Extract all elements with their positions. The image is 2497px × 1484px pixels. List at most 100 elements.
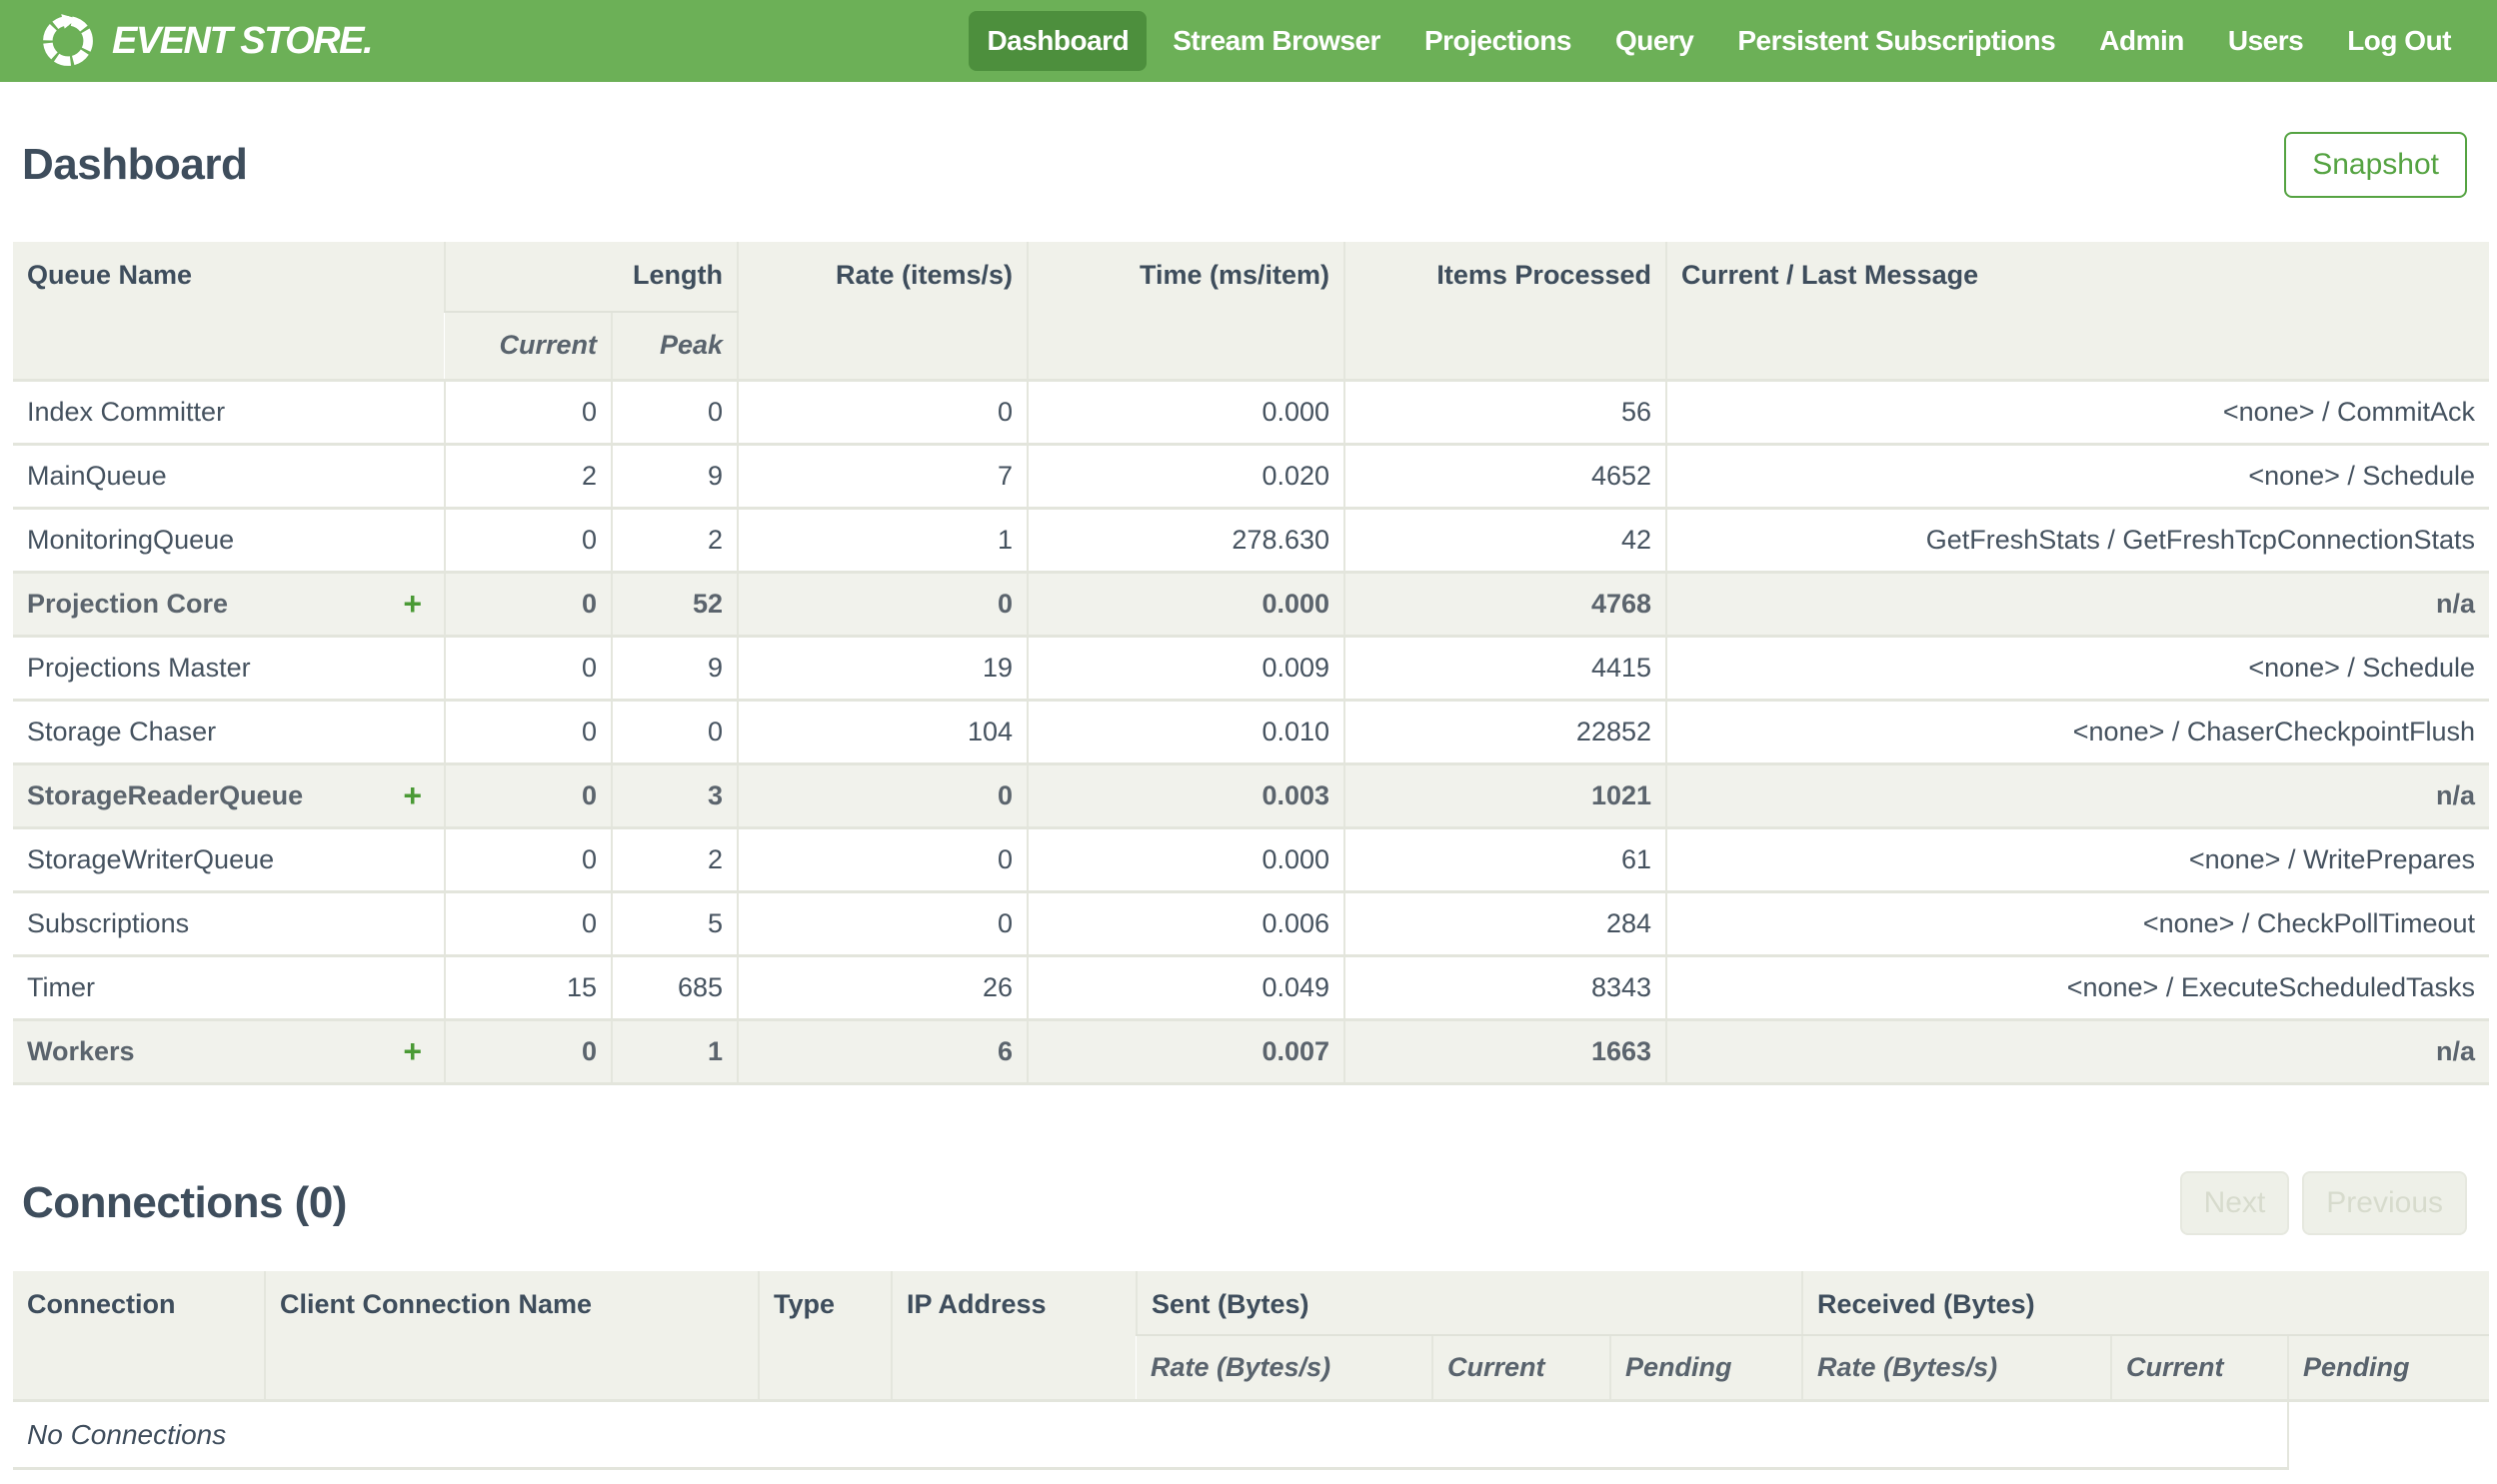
queue-processed-cell: 4415 [1343, 636, 1667, 700]
queue-peak-cell: 3 [610, 763, 739, 827]
connections-title: Connections (0) [22, 1177, 347, 1227]
queue-processed-cell: 42 [1343, 508, 1667, 572]
queue-current-cell: 0 [444, 891, 612, 955]
queues-table: Queue Name Length Rate (items/s) Time (m… [13, 242, 2490, 1085]
queue-processed-cell: 4768 [1343, 572, 1667, 636]
queue-current-cell: 15 [444, 955, 612, 1019]
expand-plus-icon[interactable]: + [403, 586, 430, 623]
queue-name: Projection Core [27, 588, 229, 619]
nav-menu: Dashboard Stream Browser Projections Query P… [969, 11, 2469, 71]
queue-message-cell: <none> / CommitAck [1665, 380, 2490, 444]
brand: EVENT STORE. [40, 13, 374, 69]
queue-current-cell: 0 [444, 700, 612, 763]
queue-processed-cell: 1663 [1343, 1019, 1667, 1083]
queue-rate-cell: 0 [737, 380, 1029, 444]
col-client-name: Client Connection Name [264, 1270, 759, 1401]
col-received-rate: Rate (Bytes/s) [1801, 1334, 2112, 1401]
queue-row: MonitoringQueue 0 2 1 278.630 42 GetFreshStats… [13, 508, 2490, 572]
col-sent-current: Current [1431, 1334, 1610, 1401]
queue-row: Projections Master 0 9 19 0.009 4415 <none> / … [13, 636, 2490, 700]
queue-message-cell: <none> / WritePrepares [1665, 827, 2490, 891]
queue-name: Index Committer [27, 396, 226, 427]
queue-peak-cell: 0 [610, 380, 739, 444]
nav-item-query[interactable]: Query [1597, 11, 1711, 71]
queue-time-cell: 0.003 [1027, 763, 1345, 827]
queue-peak-cell: 2 [610, 827, 739, 891]
queue-name-cell: Projections Master [13, 636, 445, 700]
queue-name-cell: Storage Chaser [13, 700, 445, 763]
queue-time-cell: 0.000 [1027, 380, 1345, 444]
col-ip-address: IP Address [891, 1270, 1137, 1401]
col-rate: Rate (items/s) [737, 242, 1029, 380]
queue-time-cell: 0.000 [1027, 572, 1345, 636]
queue-peak-cell: 5 [610, 891, 739, 955]
queue-peak-cell: 52 [610, 572, 739, 636]
expand-plus-icon[interactable]: + [403, 777, 430, 814]
queue-message-cell: n/a [1665, 1019, 2490, 1083]
col-length: Length [443, 242, 739, 313]
queue-row: Subscriptions 0 5 0 0.006 284 <none> / CheckPo… [13, 891, 2490, 955]
nav-item-users[interactable]: Users [2210, 11, 2321, 71]
queue-time-cell: 278.630 [1027, 508, 1345, 572]
queue-rate-cell: 0 [737, 891, 1029, 955]
nav-item-persistent-subscriptions[interactable]: Persistent Subscriptions [1719, 11, 2073, 71]
queue-peak-cell: 685 [610, 955, 739, 1019]
queue-time-cell: 0.020 [1027, 444, 1345, 508]
queue-name: StorageWriterQueue [27, 843, 275, 874]
page-header: Dashboard Snapshot [22, 120, 2467, 210]
queue-message-cell: <none> / Schedule [1665, 636, 2490, 700]
nav-item-projections[interactable]: Projections [1406, 11, 1589, 71]
col-queue-name: Queue Name [13, 242, 445, 380]
queue-name: Projections Master [27, 652, 251, 683]
col-received-current: Current [2110, 1334, 2289, 1401]
queue-name-cell: StorageWriterQueue [13, 827, 445, 891]
previous-button[interactable]: Previous [2302, 1170, 2467, 1235]
queue-processed-cell: 8343 [1343, 955, 1667, 1019]
queue-name-cell: Subscriptions [13, 891, 445, 955]
queue-processed-cell: 4652 [1343, 444, 1667, 508]
col-sent-pending: Pending [1608, 1334, 1803, 1401]
queue-time-cell: 0.010 [1027, 700, 1345, 763]
queue-rate-cell: 26 [737, 955, 1029, 1019]
expand-plus-icon[interactable]: + [403, 1033, 430, 1070]
nav-item-log-out[interactable]: Log Out [2329, 11, 2469, 71]
queue-row: Projection Core +0 52 0 0.000 4768 n/a [13, 572, 2490, 636]
queue-time-cell: 0.007 [1027, 1019, 1345, 1083]
queue-peak-cell: 9 [610, 636, 739, 700]
brand-name: EVENT STORE. [112, 19, 374, 62]
queue-processed-cell: 56 [1343, 380, 1667, 444]
queue-name: StorageReaderQueue [27, 779, 304, 810]
queue-message-cell: <none> / CheckPollTimeout [1665, 891, 2490, 955]
queue-message-cell: <none> / ExecuteScheduledTasks [1665, 955, 2490, 1019]
col-received: Received (Bytes) [1801, 1270, 2490, 1336]
queue-name-cell: Projection Core + [13, 572, 445, 636]
nav-item-admin[interactable]: Admin [2081, 11, 2202, 71]
queue-peak-cell: 2 [610, 508, 739, 572]
next-button[interactable]: Next [2179, 1170, 2290, 1235]
queue-name: Subscriptions [27, 907, 190, 938]
queue-rate-cell: 19 [737, 636, 1029, 700]
queue-current-cell: 0 [444, 763, 612, 827]
queue-time-cell: 0.000 [1027, 827, 1345, 891]
queue-name: Timer [27, 971, 95, 1002]
queue-rate-cell: 104 [737, 700, 1029, 763]
connections-pager: Next Previous [2179, 1170, 2467, 1235]
queue-current-cell: 0 [444, 1019, 612, 1083]
col-type: Type [758, 1270, 892, 1401]
nav-item-stream-browser[interactable]: Stream Browser [1155, 11, 1398, 71]
nav-item-dashboard[interactable]: Dashboard [969, 11, 1148, 71]
queue-message-cell: n/a [1665, 763, 2490, 827]
queue-processed-cell: 22852 [1343, 700, 1667, 763]
queue-peak-cell: 9 [610, 444, 739, 508]
queue-message-cell: <none> / Schedule [1665, 444, 2490, 508]
queue-current-cell: 0 [444, 636, 612, 700]
queue-message-cell: <none> / ChaserCheckpointFlush [1665, 700, 2490, 763]
queue-current-cell: 0 [444, 572, 612, 636]
queue-processed-cell: 61 [1343, 827, 1667, 891]
queue-rate-cell: 0 [737, 572, 1029, 636]
connections-table: Connection Client Connection Name Type I… [13, 1270, 2490, 1470]
snapshot-button[interactable]: Snapshot [2284, 132, 2467, 198]
queue-time-cell: 0.009 [1027, 636, 1345, 700]
queue-peak-cell: 1 [610, 1019, 739, 1083]
queue-name: MonitoringQueue [27, 524, 235, 555]
